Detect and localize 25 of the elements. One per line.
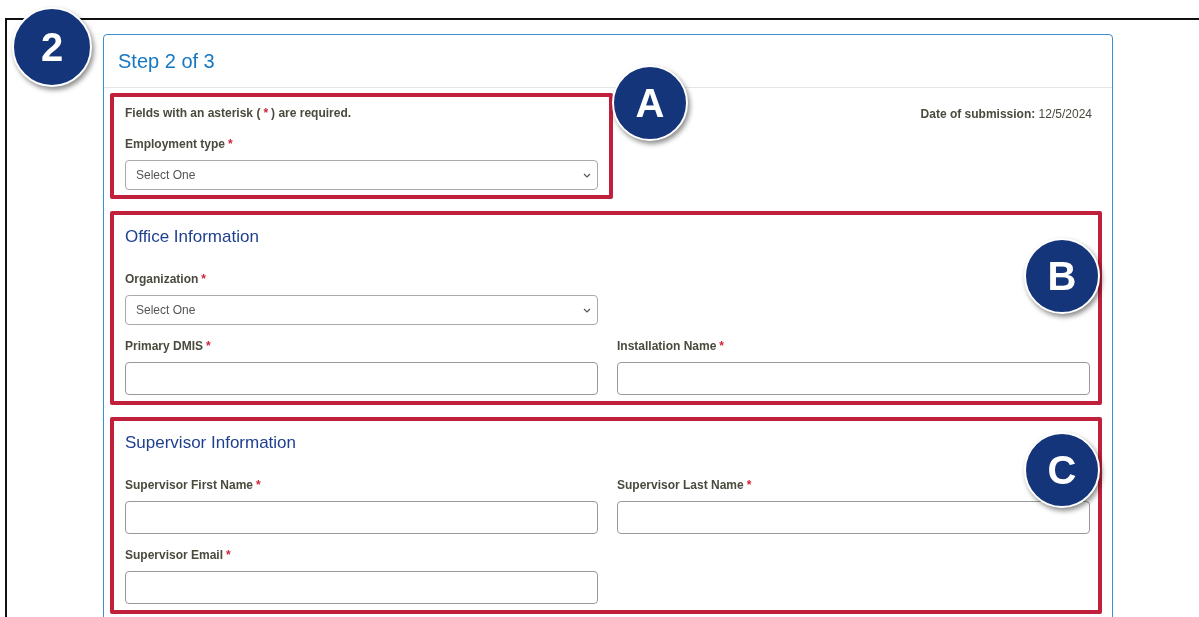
select-field[interactable]: Select One [125, 295, 598, 325]
input-field[interactable] [125, 501, 598, 534]
input-field[interactable] [125, 362, 598, 395]
chevron-down-icon [583, 172, 591, 178]
callout-badge: C [1024, 432, 1100, 508]
field-label: Supervisor First Name * [125, 477, 262, 493]
input-field[interactable] [617, 362, 1090, 395]
input-field[interactable] [125, 571, 598, 604]
field-label: Primary DMIS * [125, 338, 212, 354]
field-label: Supervisor Last Name * [617, 477, 753, 493]
select-field[interactable]: Select One [125, 160, 598, 190]
field-label: Organization * [125, 271, 207, 287]
callout-badge: A [612, 65, 688, 141]
field-label: Installation Name * [617, 338, 726, 354]
callout-badge: B [1024, 238, 1100, 314]
section-title: Office Information [125, 226, 260, 248]
required-note: Fields with an asterisk ( * ) are required. [125, 105, 353, 121]
step-title: Step 2 of 3 [118, 49, 215, 73]
chevron-down-icon [583, 307, 591, 313]
step-badge: 2 [12, 7, 92, 87]
submission-date: Date of submission: 12/5/2024 [920, 106, 1092, 122]
field-label: Supervisor Email * [125, 547, 232, 563]
field-label: Employment type * [125, 136, 234, 152]
input-field[interactable] [617, 501, 1090, 534]
section-title: Supervisor Information [125, 432, 298, 454]
